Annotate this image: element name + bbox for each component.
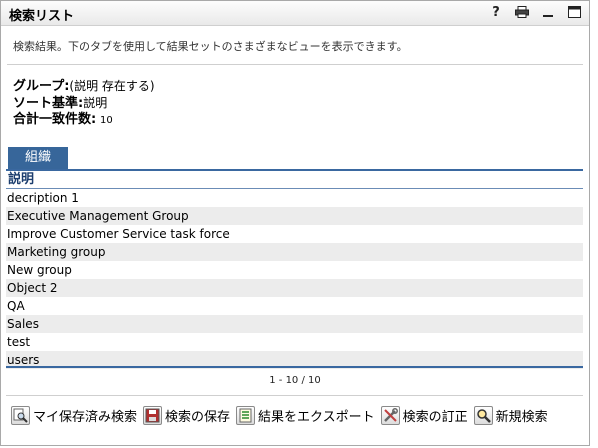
tab-organization[interactable]: 組織 <box>8 147 68 169</box>
table-row[interactable]: QA <box>6 297 583 315</box>
table-bottom-rule <box>6 366 583 368</box>
search-list-panel: 検索リスト ? 検索結果。下のタブを使用して結果セットのさまざまなビューを表示で… <box>0 0 590 446</box>
save-search-button[interactable]: 検索の保存 <box>143 406 230 425</box>
results-description: 検索結果。下のタブを使用して結果セットのさまざまなビューを表示できます。 <box>13 40 408 53</box>
refine-search-label: 検索の訂正 <box>402 410 468 425</box>
my-saved-searches-label: マイ保存済み検索 <box>33 410 138 425</box>
refine-search-button[interactable]: 検索の訂正 <box>380 406 468 425</box>
table-row[interactable]: Object 2 <box>6 279 583 297</box>
results-table: 説明 decription 1 Executive Management Gro… <box>6 171 583 369</box>
table-row[interactable]: test <box>6 333 583 351</box>
minimize-icon[interactable] <box>541 4 555 20</box>
maximize-icon[interactable] <box>567 4 581 20</box>
print-icon[interactable] <box>515 4 529 20</box>
table-row[interactable]: Improve Customer Service task force <box>6 225 583 243</box>
table-row[interactable]: decription 1 <box>6 189 583 207</box>
table-row[interactable]: New group <box>6 261 583 279</box>
refine-tools-icon <box>380 406 400 425</box>
export-results-label: 結果をエクスポート <box>258 410 375 425</box>
column-header-description[interactable]: 説明 <box>6 171 583 189</box>
table-row[interactable]: Sales <box>6 315 583 333</box>
save-disk-icon <box>143 406 163 425</box>
total-info: 合計一致件数: 10 <box>13 108 113 127</box>
save-search-label: 検索の保存 <box>165 410 231 425</box>
panel-title: 検索リスト <box>9 9 75 24</box>
export-list-icon <box>236 406 256 425</box>
saved-searches-icon <box>11 406 30 425</box>
group-value: (説明 存在する) <box>69 79 155 93</box>
panel-titlebar: 検索リスト ? <box>1 1 589 26</box>
new-search-label: 新規検索 <box>495 410 548 425</box>
pagination-status: 1 - 10 / 10 <box>269 375 321 386</box>
divider <box>6 395 583 396</box>
table-row[interactable]: Marketing group <box>6 243 583 261</box>
total-label: 合計一致件数: <box>13 112 97 127</box>
new-search-button[interactable]: 新規検索 <box>473 406 548 425</box>
divider <box>7 64 583 65</box>
export-results-button[interactable]: 結果をエクスポート <box>236 406 375 425</box>
total-value: 10 <box>100 115 113 126</box>
my-saved-searches-button[interactable]: マイ保存済み検索 <box>11 406 137 425</box>
new-search-icon <box>473 406 493 425</box>
table-row[interactable]: Executive Management Group <box>6 207 583 225</box>
action-bar: マイ保存済み検索 検索の保存 結果をエクスポート 検索の訂正 新規検索 <box>11 406 548 425</box>
help-icon[interactable]: ? <box>489 4 503 20</box>
titlebar-controls: ? <box>489 4 581 20</box>
